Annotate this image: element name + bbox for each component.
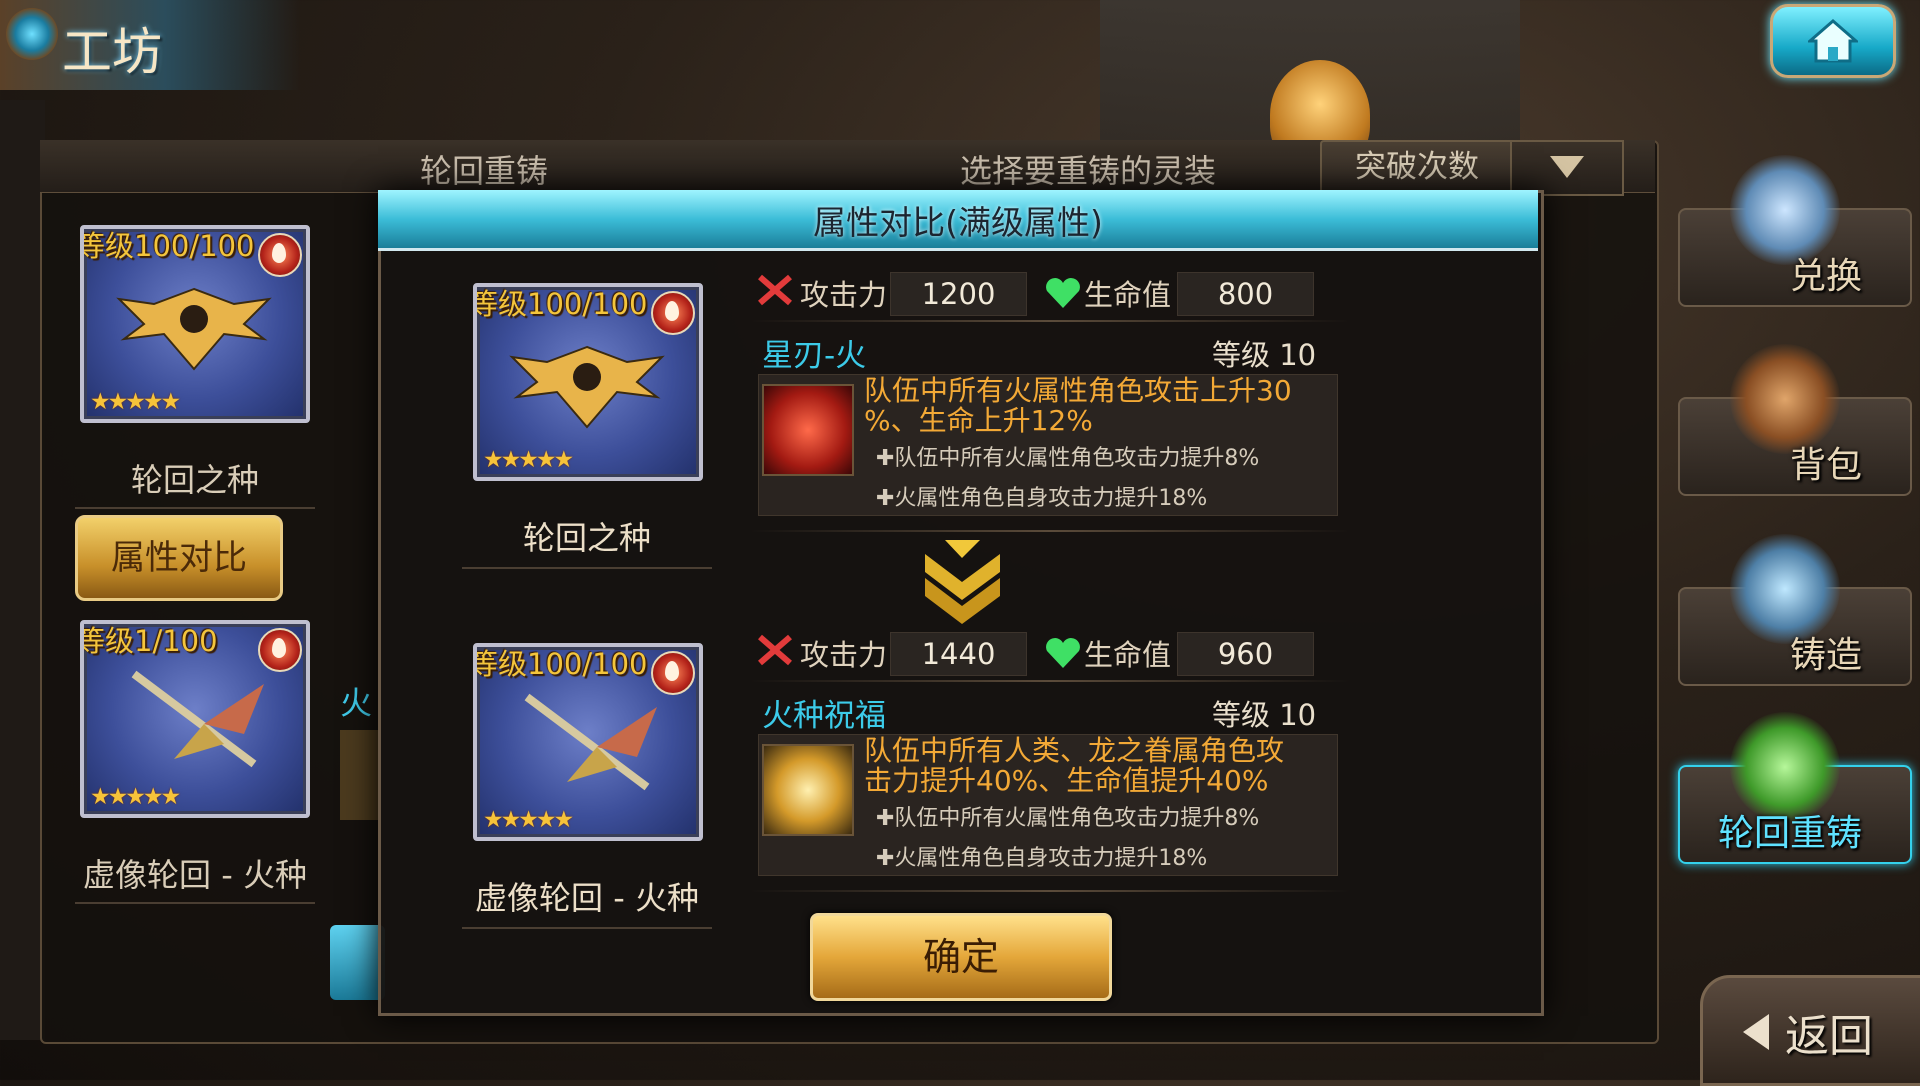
skill-bonus: ✚火属性角色自身攻击力提升18% <box>876 486 1208 511</box>
hp-value: 960 <box>1177 632 1314 676</box>
tab-reforge[interactable]: 轮回重铸 <box>420 146 548 192</box>
page-title: 工坊 <box>62 23 162 81</box>
hp-label: 生命值 <box>1084 278 1172 312</box>
skill-description: 击力提升40%、生命值提升40% <box>864 764 1269 797</box>
skill-heart-burst-icon <box>762 384 854 476</box>
breaks-filter[interactable]: 突破次数 <box>1320 140 1514 196</box>
shelf-decoration <box>0 100 45 1040</box>
attack-value: 1200 <box>890 272 1027 316</box>
side-menu-forge[interactable]: 铸造 <box>1678 534 1912 686</box>
back-button[interactable]: 返回 <box>1700 975 1920 1086</box>
attack-swords-icon <box>758 274 792 306</box>
skill-bonus: ✚火属性角色自身攻击力提升18% <box>876 846 1208 871</box>
equipment-card-seed[interactable]: 等级100/100 ★★★★★ <box>80 225 310 423</box>
card-level: 等级100/100 <box>80 229 255 263</box>
skill-level: 等级 10 <box>1212 698 1317 732</box>
card-name: 虚像轮回 - 火种 <box>75 850 315 904</box>
divider <box>750 320 1350 322</box>
divider <box>750 530 1350 532</box>
divider <box>750 890 1350 892</box>
sword-icon <box>131 670 264 768</box>
skill-bonus: ✚队伍中所有火属性角色攻击力提升8% <box>876 806 1260 831</box>
rarity-stars: ★★★★★ <box>483 447 574 473</box>
side-menu-label: 背包 <box>1789 445 1862 486</box>
game-screen: { "header": {"title": "工坊"}, "background… <box>0 0 1920 1086</box>
back-label: 返回 <box>1785 1011 1873 1062</box>
partial-skill-text: 火 <box>340 684 373 722</box>
side-menu-reforge[interactable]: 轮回重铸 <box>1678 712 1912 864</box>
winged-emblem-icon <box>116 287 272 371</box>
skill-name: 星刃-火 <box>762 338 867 374</box>
skill-fire-blessing-icon <box>762 744 854 836</box>
rarity-stars: ★★★★★ <box>90 784 181 810</box>
card-name: 轮回之种 <box>75 455 315 509</box>
skill-level: 等级 10 <box>1212 338 1317 372</box>
after-equipment-card: 等级100/100 ★★★★★ <box>473 643 703 841</box>
equipment-card-phantom[interactable]: 等级1/100 ★★★★★ <box>80 620 310 818</box>
card-level: 等级100/100 <box>473 287 648 321</box>
side-menu-label: 兑换 <box>1789 256 1862 297</box>
gear-icon <box>6 8 58 60</box>
skill-bonus: ✚队伍中所有火属性角色攻击力提升8% <box>876 446 1260 471</box>
confirm-button[interactable]: 确定 <box>810 913 1112 1001</box>
hp-label: 生命值 <box>1084 638 1172 672</box>
tab-select-equipment[interactable]: 选择要重铸的灵装 <box>960 146 1216 192</box>
side-menu-label: 轮回重铸 <box>1717 813 1862 854</box>
skill-name: 火种祝福 <box>762 698 886 734</box>
side-menu-label: 铸造 <box>1789 635 1862 676</box>
card-level: 等级100/100 <box>473 647 648 681</box>
partial-skill-icon <box>340 730 380 820</box>
before-card-name: 轮回之种 <box>462 513 712 569</box>
before-equipment-card: 等级100/100 ★★★★★ <box>473 283 703 481</box>
skill-description: %、生命上升12% <box>864 404 1093 437</box>
home-icon <box>1808 19 1858 63</box>
divider <box>750 680 1350 682</box>
attack-swords-icon <box>758 634 792 666</box>
heart-icon <box>1046 278 1080 308</box>
side-menu-exchange[interactable]: 兑换 <box>1678 155 1912 307</box>
after-card-name: 虚像轮回 - 火种 <box>462 873 712 929</box>
attack-label: 攻击力 <box>800 638 888 672</box>
partial-blue-button[interactable] <box>330 925 385 1000</box>
rarity-stars: ★★★★★ <box>483 807 574 833</box>
back-arrow-icon <box>1743 1014 1769 1050</box>
card-level: 等级1/100 <box>80 624 218 658</box>
compare-attributes-button[interactable]: 属性对比 <box>75 515 283 601</box>
hp-value: 800 <box>1177 272 1314 316</box>
attack-value: 1440 <box>890 632 1027 676</box>
arrow-down-icon <box>925 540 1000 624</box>
chevron-down-icon[interactable] <box>1510 140 1624 196</box>
attack-label: 攻击力 <box>800 278 888 312</box>
skill-description: 队伍中所有人类、龙之眷属角色攻 <box>864 734 1285 767</box>
skill-description: 队伍中所有火属性角色攻击上升30 <box>864 374 1292 407</box>
home-button[interactable] <box>1770 4 1896 78</box>
winged-emblem-icon <box>509 345 665 429</box>
rarity-stars: ★★★★★ <box>90 389 181 415</box>
sword-icon <box>524 693 657 791</box>
heart-icon <box>1046 638 1080 668</box>
side-menu-bag[interactable]: 背包 <box>1678 344 1912 496</box>
dialog-title: 属性对比(满级属性) <box>813 203 1103 242</box>
